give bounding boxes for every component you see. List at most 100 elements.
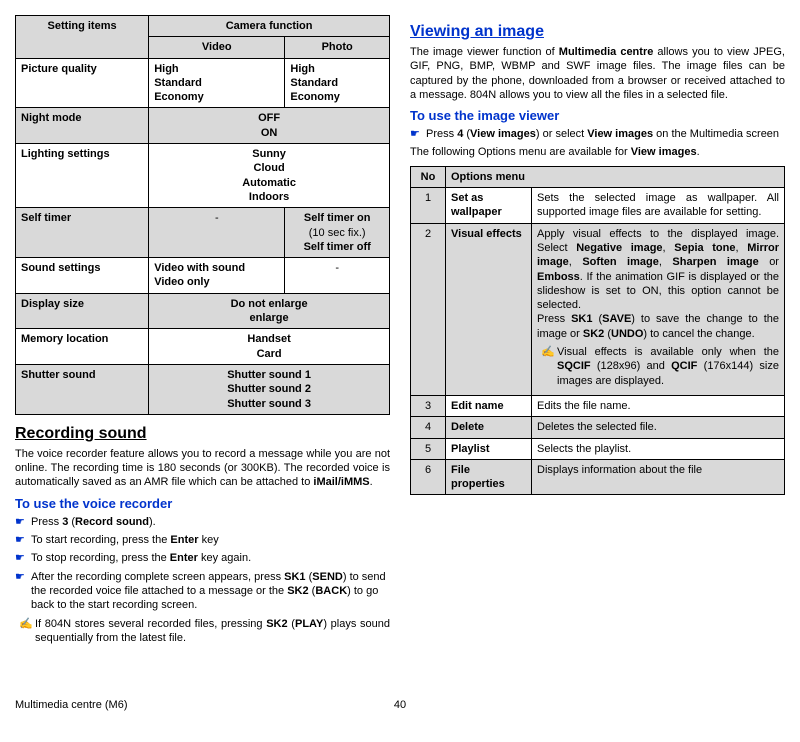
d2o: SK1: [571, 313, 592, 325]
image-viewer-steps: Press 4 (View images) or select View ima…: [410, 127, 785, 141]
opt1-no: 1: [411, 188, 446, 224]
viewing-paragraph: The image viewer function of Multimedia …: [410, 45, 785, 102]
th-no: No: [411, 166, 446, 187]
li3a: To stop recording, press the: [31, 552, 170, 564]
row-picture-quality-photo: High Standard Economy: [285, 58, 390, 108]
opt3-no: 3: [411, 395, 446, 416]
row-memory-val: Handset Card: [149, 329, 390, 365]
opt5-desc: Selects the playlist.: [532, 438, 785, 459]
opt2-note: Visual effects is available only when th…: [541, 345, 779, 388]
row-night-mode-val: OFF ON: [149, 108, 390, 144]
step-start-recording: To start recording, press the Enter key: [31, 533, 390, 547]
opt4-no: 4: [411, 417, 446, 438]
voice-recorder-steps: Press 3 (Record sound). To start recordi…: [15, 515, 390, 613]
opt6-no: 6: [411, 459, 446, 495]
left-column: Setting items Camera function Video Phot…: [15, 15, 390, 649]
th-options-menu: Options menu: [446, 166, 785, 187]
opt4-desc: Deletes the selected file.: [532, 417, 785, 438]
n1c: (: [288, 618, 295, 630]
d2g: ,: [569, 256, 583, 268]
right-column: Viewing an image The image viewer functi…: [410, 15, 785, 649]
row-memory-label: Memory location: [16, 329, 149, 365]
self-timer-off: Self timer off: [304, 241, 371, 253]
options-menu-table: No Options menu 1 Set as wallpaper Sets …: [410, 166, 785, 496]
opt2-name: Visual effects: [446, 223, 532, 395]
opt2-no: 2: [411, 223, 446, 395]
row-display-label: Display size: [16, 293, 149, 329]
li1e: ).: [149, 516, 156, 528]
recording-p1-b: iMail/iMMS: [313, 476, 369, 488]
footer-section-title: Multimedia centre (M6): [15, 699, 127, 711]
row-self-timer-label: Self timer: [16, 208, 149, 258]
row-self-timer-photo: Self timer on (10 sec fix.) Self timer o…: [285, 208, 390, 258]
li4f: SK2: [287, 585, 308, 597]
li2a: To start recording, press the: [31, 534, 170, 546]
v1d: View images: [470, 128, 536, 140]
li4h: BACK: [315, 585, 347, 597]
step-press-3: Press 3 (Record sound).: [31, 515, 390, 529]
d2b: Negative image: [576, 242, 662, 254]
n1a: If 804N stores several recorded files, p…: [35, 618, 266, 630]
row-picture-quality-video: High Standard Economy: [149, 58, 285, 108]
row-sound-video: Video with sound Video only: [149, 258, 285, 294]
d2c: ,: [663, 242, 675, 254]
d2n: Press: [537, 313, 571, 325]
opt6-desc: Displays information about the file: [532, 459, 785, 495]
self-timer-fix: (10 sec fix.): [309, 227, 366, 239]
row-night-mode-label: Night mode: [16, 108, 149, 144]
vp1a: The image viewer function of: [410, 46, 559, 58]
oia: The following Options menu are available…: [410, 146, 631, 158]
row-lighting-label: Lighting settings: [16, 144, 149, 208]
li2c: key: [199, 534, 219, 546]
row-display-val: Do not enlarge enlarge: [149, 293, 390, 329]
opt1-name: Set as wallpaper: [446, 188, 532, 224]
v1f: View images: [587, 128, 653, 140]
self-timer-on: Self timer on: [304, 212, 371, 224]
n2a: Visual effects is available only when th…: [557, 346, 779, 358]
opt3-name: Edit name: [446, 395, 532, 416]
v1g: on the Multimedia screen: [653, 128, 779, 140]
recording-p1-c: .: [370, 476, 373, 488]
row-self-timer-video: -: [149, 208, 285, 258]
d2k: or: [759, 256, 779, 268]
d2i: ,: [659, 256, 673, 268]
page-columns: Setting items Camera function Video Phot…: [15, 15, 785, 649]
opt2-desc: Apply visual effects to the displayed im…: [532, 223, 785, 395]
heading-use-image-viewer: To use the image viewer: [410, 108, 785, 123]
li3b: Enter: [170, 552, 198, 564]
n2b: SQCIF: [557, 360, 591, 372]
d2s: SK2: [583, 328, 604, 340]
n1b: SK2: [266, 618, 287, 630]
row-lighting-val: Sunny Cloud Automatic Indoors: [149, 144, 390, 208]
li3c: key again.: [198, 552, 251, 564]
li4b: SK1: [284, 571, 305, 583]
opt5-name: Playlist: [446, 438, 532, 459]
row-picture-quality-label: Picture quality: [16, 58, 149, 108]
options-intro: The following Options menu are available…: [410, 145, 785, 159]
heading-voice-recorder: To use the voice recorder: [15, 496, 390, 511]
oib: View images: [631, 146, 697, 158]
d2h: Soften image: [582, 256, 659, 268]
li1d: Record sound: [75, 516, 149, 528]
opt4-name: Delete: [446, 417, 532, 438]
li4a: After the recording complete screen appe…: [31, 571, 284, 583]
n1d: PLAY: [295, 618, 323, 630]
camera-settings-table: Setting items Camera function Video Phot…: [15, 15, 390, 415]
th-setting-items: Setting items: [16, 16, 149, 59]
th-photo: Photo: [285, 37, 390, 58]
d2p: (: [593, 313, 603, 325]
v1a: Press: [426, 128, 457, 140]
li2b: Enter: [170, 534, 198, 546]
d2e: ,: [736, 242, 748, 254]
opt5-no: 5: [411, 438, 446, 459]
opt6-name: File properties: [446, 459, 532, 495]
heading-viewing-image: Viewing an image: [410, 23, 785, 41]
d2l: Emboss: [537, 271, 580, 283]
heading-recording-sound: Recording sound: [15, 425, 390, 443]
footer-page-number: 40: [394, 699, 406, 711]
recording-paragraph: The voice recorder feature allows you to…: [15, 447, 390, 490]
row-sound-label: Sound settings: [16, 258, 149, 294]
opt3-desc: Edits the file name.: [532, 395, 785, 416]
li1a: Press: [31, 516, 62, 528]
step-stop-recording: To stop recording, press the Enter key a…: [31, 551, 390, 565]
